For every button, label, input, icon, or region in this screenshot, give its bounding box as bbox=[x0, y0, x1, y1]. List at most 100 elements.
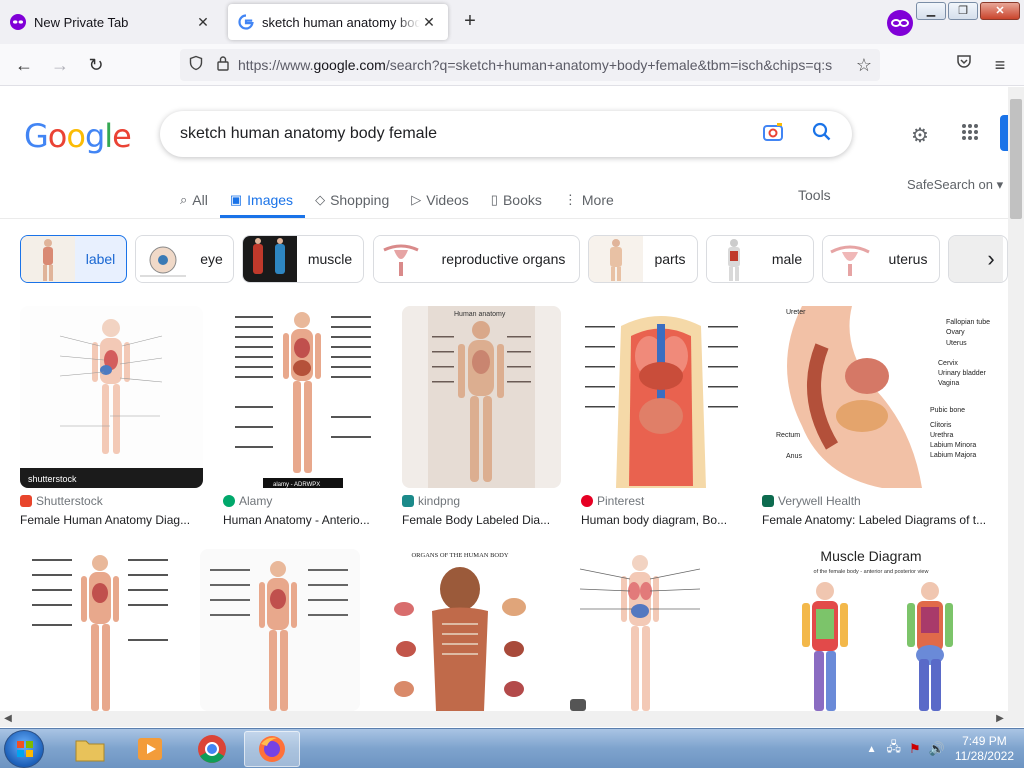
chip-text: muscle bbox=[307, 251, 353, 267]
chip-uterus[interactable]: uterus bbox=[822, 235, 940, 283]
result-image[interactable]: ORGANS OF THE HUMAN BODY bbox=[380, 549, 540, 711]
result-image[interactable] bbox=[581, 306, 742, 488]
result-image[interactable] bbox=[20, 549, 180, 711]
scrollbar-thumb[interactable] bbox=[1010, 99, 1022, 219]
result-card[interactable]: alamy - ADRWPX Alamy Human Anatomy - Ant… bbox=[223, 306, 382, 531]
camera-lens-icon[interactable] bbox=[762, 121, 784, 148]
volume-icon[interactable]: 🔊 bbox=[929, 741, 945, 757]
firefox-icon[interactable] bbox=[244, 731, 300, 767]
result-source[interactable]: Alamy bbox=[223, 494, 272, 508]
chip-muscle[interactable]: muscle bbox=[242, 235, 364, 283]
search-icon[interactable] bbox=[812, 122, 832, 147]
close-tab-icon[interactable]: ✕ bbox=[420, 14, 438, 31]
tab-shopping[interactable]: ◇ Shopping bbox=[315, 183, 389, 217]
tab-books[interactable]: ▯ Books bbox=[491, 183, 542, 217]
result-source[interactable]: Pinterest bbox=[581, 494, 644, 508]
horizontal-scrollbar[interactable]: ◀ ▶ bbox=[0, 711, 1024, 727]
chip-parts[interactable]: parts bbox=[588, 235, 698, 283]
result-source[interactable]: kindpng bbox=[402, 494, 460, 508]
result-image[interactable]: alamy - ADRWPX bbox=[223, 306, 382, 488]
chip-label[interactable]: label bbox=[20, 235, 127, 283]
tools-button[interactable]: Tools bbox=[798, 187, 831, 203]
tab-videos[interactable]: ▷ Videos bbox=[411, 183, 469, 217]
start-button[interactable] bbox=[4, 730, 44, 768]
google-results-page: Google sketch human anatomy body female … bbox=[0, 87, 1008, 711]
padlock-icon[interactable] bbox=[216, 55, 230, 76]
chip-thumbnail bbox=[374, 236, 428, 282]
close-tab-icon[interactable]: ✕ bbox=[194, 14, 212, 31]
result-image[interactable]: Muscle Diagram of the female body - ante… bbox=[740, 549, 1002, 711]
result-image[interactable]: shutterstock bbox=[20, 306, 203, 488]
tab-all[interactable]: ⌕ All bbox=[180, 183, 208, 217]
chip-reproductive-organs[interactable]: reproductive organs bbox=[373, 235, 580, 283]
result-caption[interactable]: Female Anatomy: Labeled Diagrams of t... bbox=[762, 513, 1002, 527]
svg-text:Ureter: Ureter bbox=[786, 309, 806, 316]
result-card[interactable]: ORGANS OF THE HUMAN BODY bbox=[380, 549, 540, 711]
chip-eye[interactable]: eye bbox=[135, 235, 234, 283]
search-box[interactable]: sketch human anatomy body female bbox=[160, 111, 852, 157]
gear-icon[interactable]: ⚙ bbox=[908, 123, 932, 147]
result-card[interactable]: Muscle Diagram of the female body - ante… bbox=[740, 549, 1002, 711]
file-explorer-icon[interactable] bbox=[62, 731, 118, 767]
show-hidden-icons-icon[interactable]: ▲ bbox=[867, 744, 877, 755]
action-center-flag-icon[interactable]: ⚑ bbox=[909, 741, 921, 757]
kindpng-favicon-icon bbox=[402, 495, 414, 507]
result-caption[interactable]: Human Anatomy - Anterio... bbox=[223, 513, 382, 527]
result-card[interactable]: Human anatomy kindpng Female Body Labele… bbox=[402, 306, 561, 531]
chrome-icon[interactable] bbox=[184, 731, 240, 767]
result-card[interactable]: Ureter Fallopian tube Ovary Uterus Cervi… bbox=[762, 306, 1002, 531]
back-arrow-icon[interactable]: ← bbox=[12, 53, 36, 77]
tracking-shield-icon[interactable] bbox=[188, 55, 204, 76]
result-source[interactable]: Shutterstock bbox=[20, 494, 103, 508]
tab-new-private[interactable]: New Private Tab ✕ bbox=[0, 4, 222, 40]
search-query[interactable]: sketch human anatomy body female bbox=[180, 125, 762, 143]
chip-thumbnail bbox=[21, 236, 75, 282]
tab-images[interactable]: ▣ Images bbox=[219, 183, 306, 218]
search-icon: ⌕ bbox=[180, 192, 188, 207]
google-logo[interactable]: Google bbox=[24, 117, 132, 155]
result-card[interactable] bbox=[20, 549, 180, 711]
private-mask-icon bbox=[10, 14, 26, 30]
chip-thumbnail bbox=[707, 236, 761, 282]
safesearch-button[interactable]: SafeSearch on ▾ bbox=[907, 177, 1003, 193]
forward-arrow-icon[interactable]: → bbox=[48, 53, 72, 77]
result-image[interactable] bbox=[200, 549, 360, 711]
result-card[interactable]: shutterstock Shutterstock Female Human A… bbox=[20, 306, 203, 531]
result-image[interactable] bbox=[560, 549, 720, 711]
result-source[interactable]: Verywell Health bbox=[762, 494, 861, 508]
vertical-scrollbar[interactable] bbox=[1008, 87, 1024, 711]
clock[interactable]: 7:49 PM 11/28/2022 bbox=[955, 734, 1014, 764]
result-caption[interactable]: Female Human Anatomy Diag... bbox=[20, 513, 203, 527]
svg-text:Human anatomy: Human anatomy bbox=[454, 311, 506, 318]
result-card[interactable]: Pinterest Human body diagram, Bo... bbox=[581, 306, 742, 531]
chip-text: reproductive organs bbox=[441, 251, 566, 267]
bookmark-star-icon[interactable]: ☆ bbox=[856, 55, 872, 76]
hamburger-menu-icon[interactable]: ≡ bbox=[988, 53, 1012, 77]
address-bar[interactable]: https://www.google.com/search?q=sketch+h… bbox=[180, 49, 880, 81]
result-caption[interactable]: Human body diagram, Bo... bbox=[581, 513, 742, 527]
close-window-icon[interactable]: ✕ bbox=[980, 2, 1020, 20]
chip-male[interactable]: male bbox=[706, 235, 814, 283]
shutterstock-favicon-icon bbox=[20, 495, 32, 507]
pocket-icon[interactable] bbox=[952, 53, 976, 77]
media-player-icon[interactable] bbox=[122, 731, 178, 767]
scroll-right-arrow-icon[interactable]: ▶ bbox=[992, 711, 1008, 727]
reload-icon[interactable]: ↻ bbox=[84, 53, 108, 77]
chip-thumbnail bbox=[243, 236, 297, 282]
minimize-icon[interactable]: ▁ bbox=[916, 2, 946, 20]
result-card[interactable] bbox=[200, 549, 360, 711]
network-icon[interactable]: 🖧 bbox=[886, 738, 901, 760]
sign-in-button[interactable] bbox=[1000, 115, 1008, 151]
result-image[interactable]: Ureter Fallopian tube Ovary Uterus Cervi… bbox=[762, 306, 1002, 488]
new-tab-plus-icon[interactable]: + bbox=[458, 10, 482, 34]
apps-grid-icon[interactable] bbox=[958, 123, 982, 147]
chevron-right-icon[interactable]: › bbox=[976, 245, 1006, 275]
result-caption[interactable]: Female Body Labeled Dia... bbox=[402, 513, 561, 527]
tab-more[interactable]: ⋮ More bbox=[564, 183, 614, 217]
maximize-icon[interactable]: ❐ bbox=[948, 2, 978, 20]
result-image[interactable]: Human anatomy bbox=[402, 306, 561, 488]
refinement-chips: label eye muscle reproductive organs par… bbox=[20, 235, 1008, 283]
scroll-left-arrow-icon[interactable]: ◀ bbox=[0, 711, 16, 727]
result-card[interactable] bbox=[560, 549, 720, 711]
tab-google-search[interactable]: sketch human anatomy body female - Googl… bbox=[228, 4, 448, 40]
